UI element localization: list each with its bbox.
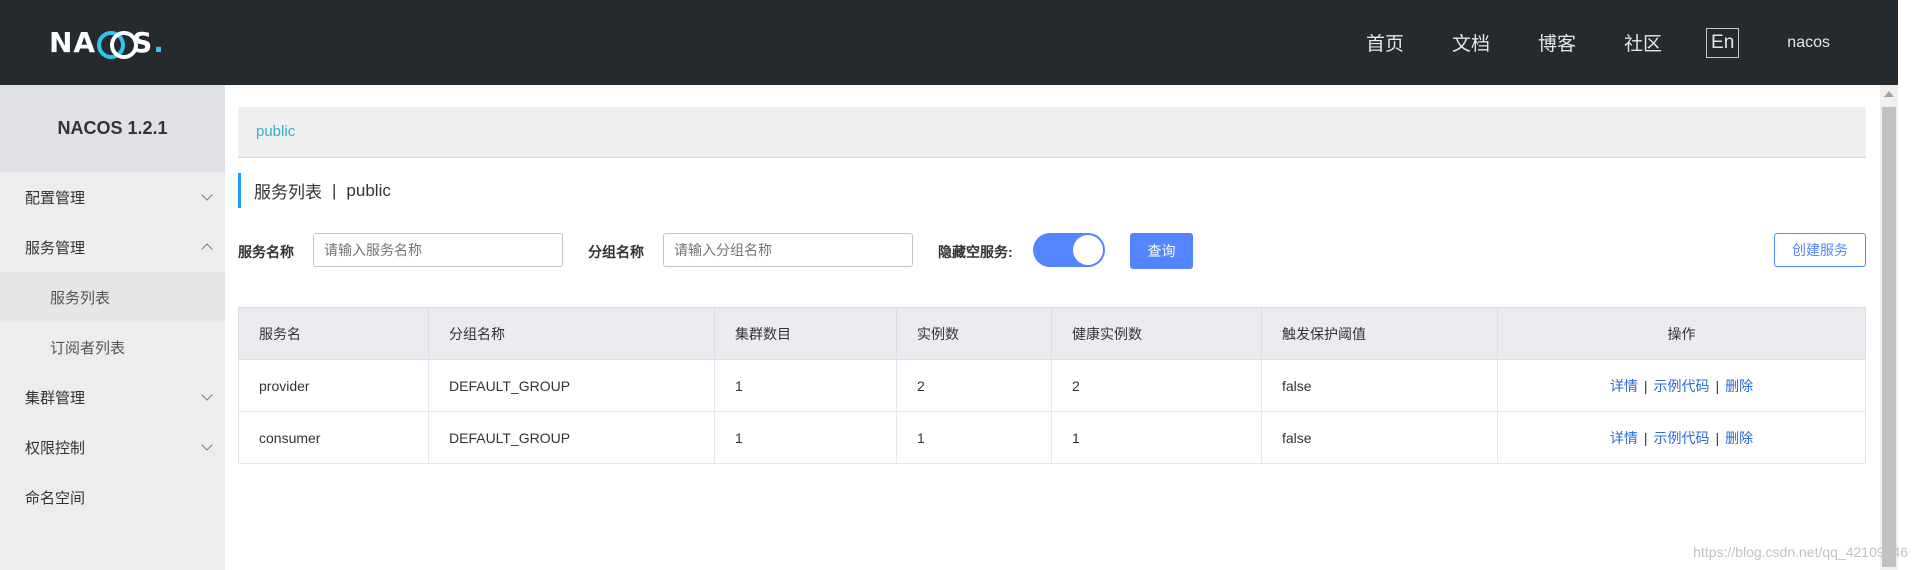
nacos-logo[interactable]: NA S . [49, 25, 165, 59]
col-cluster-count[interactable]: 集群数目 [714, 307, 897, 360]
action-separator: | [1643, 377, 1648, 394]
user-name[interactable]: nacos [1787, 34, 1830, 52]
col-group-name[interactable]: 分组名称 [428, 307, 715, 360]
vertical-scrollbar[interactable] [1880, 85, 1898, 570]
group-name-input[interactable] [663, 233, 913, 267]
cell-cluster-count: 1 [714, 359, 897, 412]
col-healthy-count[interactable]: 健康实例数 [1051, 307, 1262, 360]
hide-empty-label: 隐藏空服务: [938, 244, 1013, 260]
cell-healthy-count: 2 [1051, 359, 1262, 412]
sidebar-item-label: 命名空间 [25, 489, 86, 507]
sidebar-item-label: 配置管理 [25, 189, 86, 207]
action-separator: | [1715, 429, 1720, 446]
sample-code-link[interactable]: 示例代码 [1654, 378, 1710, 394]
table-row: consumer DEFAULT_GROUP 1 1 1 false 详情 | 示例… [238, 411, 1866, 464]
cell-healthy-count: 1 [1051, 411, 1262, 464]
watermark: https://blog.csdn.net/qq_42109746 [1693, 544, 1908, 560]
scroll-thumb[interactable] [1882, 107, 1896, 567]
col-service-name[interactable]: 服务名 [238, 307, 429, 360]
page-title-text: 服务列表 [254, 183, 322, 202]
cell-cluster-count: 1 [714, 411, 897, 464]
cell-service-name: consumer [238, 411, 429, 464]
chevron-down-icon [201, 389, 213, 401]
sidebar-item-config[interactable]: 配置管理 [0, 172, 225, 222]
namespace-link-public[interactable]: public [256, 123, 295, 140]
chevron-down-icon [201, 189, 213, 201]
nav-home[interactable]: 首页 [1366, 29, 1404, 56]
cell-operations: 详情 | 示例代码 | 删除 [1497, 359, 1866, 412]
page-title-separator: | [332, 180, 337, 200]
sidebar-subitem-subscriber-list[interactable]: 订阅者列表 [0, 322, 225, 372]
cell-protect-threshold: false [1261, 359, 1498, 412]
sidebar-title: NACOS 1.2.1 [0, 85, 225, 172]
col-operations: 操作 [1497, 307, 1866, 360]
cell-operations: 详情 | 示例代码 | 删除 [1497, 411, 1866, 464]
logo-dot: . [153, 25, 165, 59]
hide-empty-toggle[interactable] [1033, 233, 1105, 267]
sidebar-item-label: 权限控制 [25, 439, 86, 457]
sidebar-item-namespace[interactable]: 命名空间 [0, 472, 225, 522]
cell-protect-threshold: false [1261, 411, 1498, 464]
language-toggle-button[interactable]: En [1706, 27, 1740, 58]
service-name-label: 服务名称 [238, 244, 294, 260]
service-name-input[interactable] [313, 233, 563, 267]
sample-code-link[interactable]: 示例代码 [1654, 430, 1710, 446]
col-instance-count[interactable]: 实例数 [896, 307, 1052, 360]
table-row: provider DEFAULT_GROUP 1 2 2 false 详情 | 示例… [238, 359, 1866, 412]
filter-row: 服务名称 分组名称 隐藏空服务: 查询 创建服务 [238, 233, 1866, 269]
sidebar-subitem-service-list[interactable]: 服务列表 [0, 272, 225, 322]
cell-group-name: DEFAULT_GROUP [428, 359, 715, 412]
detail-link[interactable]: 详情 [1610, 378, 1638, 394]
sidebar: NACOS 1.2.1 配置管理 服务管理 服务列表 订阅者列表 集群管理 权限… [0, 85, 225, 570]
toggle-knob [1073, 235, 1103, 265]
page-title: 服务列表 | public [238, 173, 391, 208]
action-separator: | [1643, 429, 1648, 446]
scroll-up-arrow-icon[interactable] [1884, 91, 1894, 97]
cell-instance-count: 2 [896, 359, 1052, 412]
sidebar-item-cluster[interactable]: 集群管理 [0, 372, 225, 422]
group-name-label: 分组名称 [588, 244, 644, 260]
logo-co-mark-icon [97, 31, 139, 59]
chevron-up-icon [201, 243, 213, 255]
cell-service-name: provider [238, 359, 429, 412]
nav-community[interactable]: 社区 [1624, 29, 1662, 56]
delete-link[interactable]: 删除 [1725, 430, 1753, 446]
nav-blog[interactable]: 博客 [1538, 29, 1576, 56]
col-protect-threshold[interactable]: 触发保护阈值 [1261, 307, 1498, 360]
namespace-bar: public [238, 107, 1866, 158]
nav-docs[interactable]: 文档 [1452, 29, 1490, 56]
create-service-button[interactable]: 创建服务 [1774, 233, 1866, 267]
sidebar-item-label: 集群管理 [25, 389, 86, 407]
top-nav: 首页 文档 博客 社区 En nacos [1318, 0, 1830, 85]
service-table: 服务名 分组名称 集群数目 实例数 健康实例数 触发保护阈值 操作 provid… [238, 307, 1866, 464]
cell-instance-count: 1 [896, 411, 1052, 464]
query-button[interactable]: 查询 [1130, 233, 1193, 269]
main-content: public 服务列表 | public 服务名称 分组名称 隐藏空服务: 查询… [238, 85, 1868, 570]
sidebar-item-label: 服务管理 [25, 239, 86, 257]
top-header: NA S . 首页 文档 博客 社区 En nacos [0, 0, 1898, 85]
action-separator: | [1715, 377, 1720, 394]
chevron-down-icon [201, 439, 213, 451]
detail-link[interactable]: 详情 [1610, 430, 1638, 446]
page-title-namespace: public [346, 180, 391, 200]
delete-link[interactable]: 删除 [1725, 378, 1753, 394]
cell-group-name: DEFAULT_GROUP [428, 411, 715, 464]
sidebar-item-service[interactable]: 服务管理 [0, 222, 225, 272]
logo-text-a: NA [49, 25, 97, 59]
sidebar-item-permission[interactable]: 权限控制 [0, 422, 225, 472]
table-header-row: 服务名 分组名称 集群数目 实例数 健康实例数 触发保护阈值 操作 [238, 307, 1866, 360]
